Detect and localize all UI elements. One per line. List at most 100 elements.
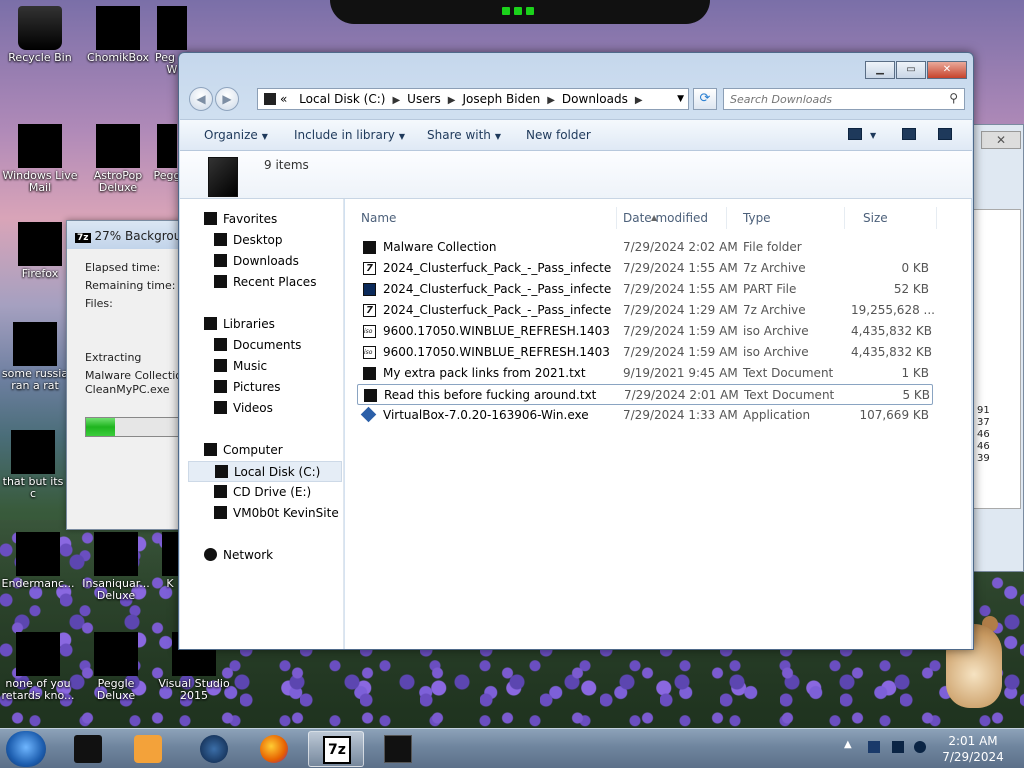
taskbar-media-player[interactable]	[120, 731, 176, 767]
file-row[interactable]: 9600.17050.WINBLUE_REFRESH.140317-1... 7/…	[357, 342, 933, 363]
file-row[interactable]: 9600.17050.WINBLUE_REFRESH.140317-1... 7/…	[357, 321, 933, 342]
firefox-icon	[260, 735, 288, 763]
file-row[interactable]: 2024_Clusterfuck_Pack_-_Pass_infected(1.…	[357, 258, 933, 279]
nav-videos[interactable]: Videos	[214, 398, 334, 419]
breadcrumb-downloads[interactable]: Downloads	[562, 92, 628, 106]
desktop-icon-label: Peggle Deluxe	[96, 677, 136, 702]
progress-dialog-titlebar[interactable]: 7z 27% Background	[67, 221, 195, 249]
include-in-library-button[interactable]: Include in library ▼	[294, 128, 405, 142]
breadcrumb-joseph-biden[interactable]: Joseph Biden	[462, 92, 540, 106]
preview-pane-icon[interactable]	[902, 128, 916, 140]
tray-display-icon[interactable]	[892, 741, 904, 753]
network-drive-icon	[214, 506, 227, 519]
hard-drive-icon	[215, 465, 228, 478]
file-size: 0 KB	[901, 261, 929, 275]
nav-favorites[interactable]: Favorites	[204, 209, 334, 230]
item-count: 9 items	[264, 158, 309, 172]
nav-desktop[interactable]: Desktop	[214, 230, 334, 251]
column-header-date[interactable]: Date modified	[607, 207, 727, 229]
explorer-icon	[74, 735, 102, 763]
tray-volume-icon[interactable]	[914, 741, 926, 753]
file-type: Text Document	[744, 388, 835, 402]
file-date-modified: 7/29/2024 2:02 AM	[623, 240, 738, 254]
desktop-icon-peggle-deluxe[interactable]: Peggle Deluxe	[78, 632, 154, 702]
file-size: 1 KB	[901, 366, 929, 380]
file-date-modified: 7/29/2024 1:55 AM	[623, 261, 738, 275]
file-row[interactable]: My extra pack links from 2021.txt 9/19/20…	[357, 363, 933, 384]
insaniquarium-icon	[94, 532, 138, 576]
nav-vm-drive[interactable]: VM0b0t KevinSite	[214, 503, 342, 524]
nav-libraries[interactable]: Libraries	[204, 314, 334, 335]
network-icon	[204, 548, 217, 561]
view-dropdown-arrow[interactable]: ▼	[870, 131, 876, 140]
desktop-icon-astropop[interactable]: AstroPop Deluxe	[80, 124, 156, 194]
iso-file-icon	[363, 321, 376, 342]
desktop-icon-chomikbox[interactable]: ChomikBox	[80, 6, 156, 64]
file-row[interactable]: 2024_Clusterfuck_Pack_-_Pass_infected(1.…	[357, 279, 933, 300]
column-header-type[interactable]: Type	[727, 207, 845, 229]
search-box[interactable]: ⚲	[723, 88, 965, 110]
nav-downloads[interactable]: Downloads	[214, 251, 334, 272]
nav-local-disk[interactable]: Local Disk (C:)	[188, 461, 342, 482]
file-name: VirtualBox-7.0.20-163906-Win.exe	[383, 408, 589, 422]
address-history-dropdown[interactable]: ▼	[677, 89, 684, 109]
start-button[interactable]	[6, 731, 46, 767]
computer-icon	[204, 443, 217, 456]
file-row[interactable]: VirtualBox-7.0.20-163906-Win.exe 7/29/202…	[357, 405, 933, 426]
window-controls: ▁ ▭ ✕	[864, 61, 967, 79]
taskbar-7zip[interactable]: 7z	[308, 731, 364, 767]
desktop-icon-recycle-bin[interactable]: Recycle Bin	[2, 6, 78, 64]
address-bar[interactable]: « Local Disk (C:) ▶ Users ▶ Joseph Biden ▶ Dow…	[257, 88, 689, 110]
forward-button[interactable]: ▶	[215, 87, 239, 111]
file-row[interactable]: 2024_Clusterfuck_Pack_-_Pass_infected.7z…	[357, 300, 935, 321]
nav-network[interactable]: Network	[204, 545, 334, 566]
system-clock[interactable]: 2:01 AM 7/29/2024	[930, 733, 1016, 765]
tray-overflow-arrow[interactable]: ▲	[844, 739, 852, 750]
desktop-icon-none-of-you[interactable]: none of you retards kno...	[0, 632, 76, 702]
taskbar-firefox[interactable]	[246, 731, 302, 767]
globe-icon	[200, 735, 228, 763]
breadcrumb-users[interactable]: Users	[407, 92, 441, 106]
nav-pictures[interactable]: Pictures	[214, 377, 334, 398]
close-button[interactable]: ✕	[927, 61, 967, 79]
file-row[interactable]: Malware Collection 7/29/2024 2:02 AM File …	[357, 237, 933, 258]
share-with-button[interactable]: Share with ▼	[427, 128, 501, 142]
help-icon[interactable]	[938, 128, 952, 140]
maximize-button[interactable]: ▭	[896, 61, 926, 79]
close-button[interactable]: ✕	[981, 131, 1021, 149]
nav-cd-drive[interactable]: CD Drive (E:)	[214, 482, 334, 503]
nav-documents[interactable]: Documents	[214, 335, 334, 356]
explorer-window[interactable]: ▁ ▭ ✕ ◀ ▶ « Local Disk (C:) ▶ Users ▶ Joseph…	[178, 52, 974, 650]
videos-icon	[214, 401, 227, 414]
desktop-icon-k[interactable]: K	[160, 532, 180, 590]
star-icon	[204, 212, 217, 225]
view-options-icon[interactable]	[848, 128, 862, 140]
desktop-icon-insaniquarium[interactable]: Insaniquar... Deluxe	[78, 532, 154, 602]
desktop-icon-that-but[interactable]: that but its c	[0, 430, 66, 500]
extract-progress-dialog[interactable]: 7z 27% Background Elapsed time: Remaining…	[66, 220, 196, 530]
breadcrumb-local-disk[interactable]: Local Disk (C:)	[299, 92, 385, 106]
desktop-icon-endermanch[interactable]: Endermanc...	[0, 532, 76, 590]
desktop-icon-windows-live-mail[interactable]: Windows Live Mail	[2, 124, 78, 194]
background-window-right[interactable]: ✕ 91 37 46 46 39	[966, 124, 1024, 572]
search-input[interactable]	[724, 89, 934, 109]
nav-recent-places[interactable]: Recent Places	[214, 272, 334, 293]
file-name: Read this before fucking around.txt	[384, 388, 597, 402]
file-row[interactable]: Read this before fucking around.txt 7/29/…	[357, 384, 933, 405]
back-button[interactable]: ◀	[189, 87, 213, 111]
tray-action-center-icon[interactable]	[868, 741, 880, 753]
desktop-icon-label: Endermanc...	[1, 577, 75, 590]
desktop-icon-label: K	[166, 577, 174, 590]
new-folder-button[interactable]: New folder	[526, 128, 591, 142]
organize-button[interactable]: Organize ▼	[204, 128, 268, 142]
refresh-button[interactable]: ⟳	[693, 88, 717, 110]
nav-music[interactable]: Music	[214, 356, 334, 377]
taskbar-explorer[interactable]	[60, 731, 116, 767]
nav-computer[interactable]: Computer	[204, 440, 334, 461]
taskbar-terminal[interactable]	[370, 731, 426, 767]
column-header-name[interactable]: Name ▲	[345, 207, 657, 229]
desktop-icon-russia-rat[interactable]: some russia ran a rat	[0, 322, 70, 392]
column-header-size[interactable]: Size	[847, 207, 937, 229]
minimize-button[interactable]: ▁	[865, 61, 895, 79]
taskbar-globe[interactable]	[186, 731, 242, 767]
